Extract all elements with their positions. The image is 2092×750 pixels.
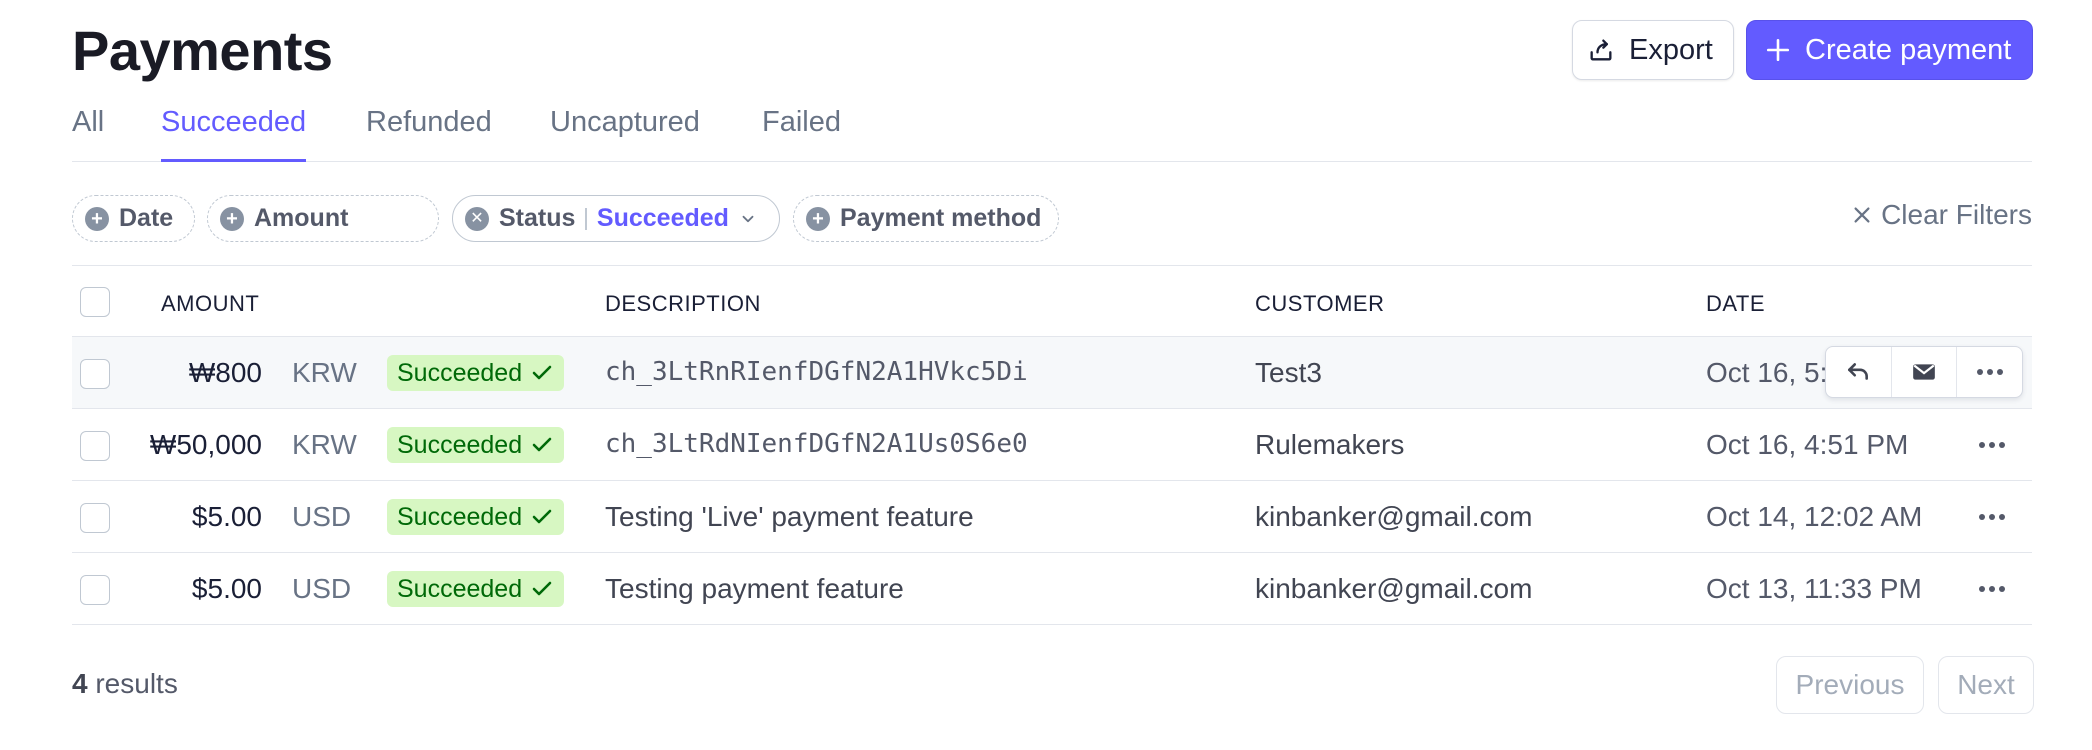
date-cell: Oct 16, 4:51 PM (1706, 429, 1909, 460)
table-row[interactable]: ₩50,000 KRW Succeeded ch_3LtRdNIenfDGfN2… (72, 409, 2032, 481)
table-header: AMOUNT DESCRIPTION CUSTOMER DATE (72, 265, 2032, 337)
page-title: Payments (72, 19, 333, 82)
filter-status-value: Succeeded (596, 204, 729, 232)
export-icon (1587, 36, 1615, 64)
amount-cell: $5.00 (191, 573, 262, 604)
column-date[interactable]: DATE (1706, 291, 1765, 317)
next-page-button[interactable]: Next (1938, 656, 2034, 714)
clear-filters-button[interactable]: Clear Filters (1851, 199, 2032, 231)
checkmark-icon (530, 505, 554, 529)
plus-icon (1765, 37, 1791, 63)
table-row[interactable]: ₩800 KRW Succeeded ch_3LtRnRIenfDGfN2A1H… (72, 337, 2032, 409)
ellipsis-icon (1976, 369, 2003, 375)
checkmark-icon (530, 433, 554, 457)
customer-cell[interactable]: Rulemakers (1255, 429, 1404, 461)
column-description[interactable]: DESCRIPTION (605, 291, 761, 317)
results-number: 4 (72, 668, 88, 699)
description-cell: ch_3LtRnRIenfDGfN2A1HVkc5Di (605, 357, 1028, 387)
amount-cell: $5.00 (191, 501, 262, 532)
create-payment-label: Create payment (1805, 33, 2012, 66)
divider (585, 207, 587, 230)
filter-date[interactable]: + Date (72, 195, 195, 242)
payments-table: AMOUNT DESCRIPTION CUSTOMER DATE ₩800 KR… (72, 265, 2032, 625)
ellipsis-icon (1979, 586, 2005, 592)
clear-filters-label: Clear Filters (1881, 199, 2032, 230)
customer-cell[interactable]: kinbanker@gmail.com (1255, 501, 1532, 533)
status-badge: Succeeded (387, 355, 565, 391)
export-button[interactable]: Export (1572, 20, 1734, 80)
ellipsis-icon (1979, 442, 2005, 448)
table-row[interactable]: $5.00 USD Succeeded Testing payment feat… (72, 553, 2032, 625)
reply-arrow-icon (1845, 359, 1871, 385)
status-badge: Succeeded (387, 427, 565, 463)
envelope-icon (1911, 359, 1937, 385)
filter-amount-label: Amount (254, 204, 349, 232)
status-label: Succeeded (397, 358, 523, 387)
amount-cell: ₩50,000 (149, 429, 262, 460)
tab-succeeded[interactable]: Succeeded (161, 106, 307, 162)
checkmark-icon (530, 361, 554, 385)
send-receipt-button[interactable] (1892, 347, 1958, 397)
column-amount[interactable]: AMOUNT (161, 291, 259, 317)
currency-cell: USD (292, 573, 352, 604)
plus-circle-icon: + (806, 206, 830, 231)
close-icon (1851, 204, 1873, 226)
select-all-checkbox[interactable] (80, 287, 110, 317)
customer-cell[interactable]: Test3 (1255, 357, 1322, 389)
filter-status[interactable]: ✕ Status Succeeded (452, 195, 780, 242)
filter-bar: + Date + Amount ✕ Status Succeeded + Pay… (72, 195, 2032, 243)
status-label: Succeeded (397, 574, 523, 603)
more-actions-button[interactable] (1957, 347, 2022, 397)
results-label: results (95, 668, 178, 699)
tab-uncaptured[interactable]: Uncaptured (550, 106, 700, 162)
filter-payment-method-label: Payment method (840, 204, 1042, 232)
status-badge: Succeeded (387, 571, 565, 607)
tab-failed[interactable]: Failed (762, 106, 841, 162)
export-label: Export (1629, 33, 1713, 66)
table-row[interactable]: $5.00 USD Succeeded Testing 'Live' payme… (72, 481, 2032, 553)
remove-circle-icon[interactable]: ✕ (465, 206, 489, 231)
filter-amount[interactable]: + Amount (207, 195, 439, 242)
refund-button[interactable] (1826, 347, 1892, 397)
status-badge: Succeeded (387, 499, 565, 535)
description-cell: ch_3LtRdNIenfDGfN2A1Us0S6e0 (605, 429, 1028, 459)
filter-date-label: Date (119, 204, 174, 232)
row-actions-toolbar (1825, 346, 2023, 398)
currency-cell: USD (292, 501, 352, 532)
filter-status-label: Status (499, 204, 576, 232)
tab-all[interactable]: All (72, 106, 104, 162)
previous-page-button[interactable]: Previous (1776, 656, 1924, 714)
results-count: 4 results (72, 668, 178, 700)
chevron-down-icon (739, 210, 757, 228)
checkmark-icon (530, 577, 554, 601)
status-tabs: All Succeeded Refunded Uncaptured Failed (72, 106, 2032, 162)
ellipsis-icon (1979, 514, 2005, 520)
currency-cell: KRW (292, 357, 357, 388)
status-label: Succeeded (397, 502, 523, 531)
column-customer[interactable]: CUSTOMER (1255, 291, 1385, 317)
amount-cell: ₩800 (188, 357, 262, 388)
date-cell: Oct 13, 11:33 PM (1706, 573, 1922, 604)
customer-cell[interactable]: kinbanker@gmail.com (1255, 573, 1532, 605)
date-cell: Oct 14, 12:02 AM (1706, 501, 1923, 532)
date-cell: Oct 16, 5: (1706, 357, 1828, 388)
description-cell: Testing 'Live' payment feature (605, 501, 974, 532)
status-label: Succeeded (397, 430, 523, 459)
plus-circle-icon: + (220, 206, 244, 231)
row-checkbox[interactable] (80, 359, 110, 389)
currency-cell: KRW (292, 429, 357, 460)
row-checkbox[interactable] (80, 431, 110, 461)
more-actions-button[interactable] (1972, 429, 2012, 461)
more-actions-button[interactable] (1972, 573, 2012, 605)
plus-circle-icon: + (85, 206, 109, 231)
create-payment-button[interactable]: Create payment (1746, 20, 2033, 80)
description-cell: Testing payment feature (605, 573, 904, 604)
tab-refunded[interactable]: Refunded (366, 106, 492, 162)
row-checkbox[interactable] (80, 575, 110, 605)
row-checkbox[interactable] (80, 503, 110, 533)
filter-payment-method[interactable]: + Payment method (793, 195, 1059, 242)
more-actions-button[interactable] (1972, 501, 2012, 533)
